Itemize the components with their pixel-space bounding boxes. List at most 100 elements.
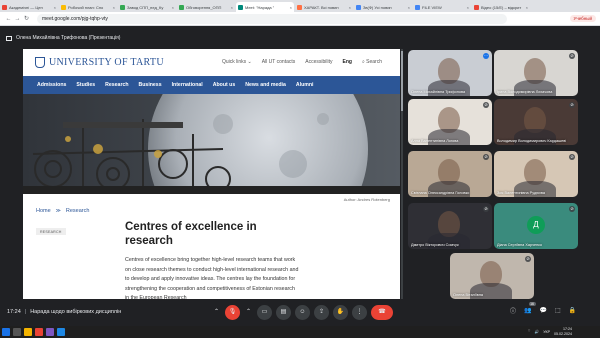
nav-studies[interactable]: Studies bbox=[76, 82, 95, 88]
browser-tab[interactable]: Завод СПП_пед_Ку × bbox=[118, 2, 176, 12]
browser-tab[interactable]: Академічні — Цен × bbox=[0, 2, 58, 12]
mic-muted-icon: ⊘ bbox=[569, 206, 575, 212]
participant-tile[interactable]: ⊘ Світлана Олександрівна Головко bbox=[408, 151, 492, 197]
browser-tab[interactable]: Відео (15/Е) – відкрит × bbox=[472, 2, 530, 12]
accessibility-link[interactable]: Accessibility bbox=[305, 59, 332, 65]
more-options-button[interactable]: ⋮ bbox=[352, 305, 367, 320]
tab-close-icon[interactable]: × bbox=[290, 5, 292, 10]
info-icon[interactable]: ⓘ bbox=[510, 306, 516, 315]
search-taskbar-icon[interactable] bbox=[13, 328, 21, 336]
mic-muted-icon: ⊘ bbox=[483, 102, 489, 108]
audio-options-icon[interactable]: ⌃ bbox=[212, 305, 221, 320]
captions-button[interactable]: ▤ bbox=[276, 305, 291, 320]
ut-logo-text: UNIVERSITY OF TARTU bbox=[49, 57, 164, 68]
browser-tab[interactable]: Робочий план: Спо × bbox=[59, 2, 117, 12]
address-bar[interactable]: meet.google.com/pjg-tqhp-vty bbox=[37, 13, 507, 24]
nav-admissions[interactable]: Admissions bbox=[37, 82, 66, 88]
tab-favicon-icon bbox=[61, 4, 66, 10]
participant-tile[interactable]: Д ⊘ Діана Сергіївна Харченко bbox=[494, 203, 578, 249]
tab-close-icon[interactable]: × bbox=[172, 5, 174, 10]
participant-name: Володимир Володимирович Кардашеві bbox=[497, 139, 567, 143]
url-text: meet.google.com/pjg-tqhp-vty bbox=[42, 15, 108, 22]
browser-tab[interactable]: Зв(Ф) Усі новин × bbox=[354, 2, 412, 12]
participant-tile[interactable]: ⊘ Ірина Володимирівна Лихачова bbox=[494, 50, 578, 96]
tab-close-icon[interactable]: × bbox=[231, 5, 233, 10]
tab-close-icon[interactable]: × bbox=[408, 5, 410, 10]
windows-start-icon[interactable] bbox=[2, 328, 10, 336]
people-icon[interactable]: 👥 16 bbox=[524, 302, 536, 314]
participant-tile[interactable]: ⊘ Алла Валентинівна Логова bbox=[408, 99, 492, 145]
viber-icon[interactable] bbox=[46, 328, 54, 336]
file-explorer-icon[interactable] bbox=[24, 328, 32, 336]
leave-call-button[interactable]: ☎ bbox=[371, 305, 393, 320]
profile-button[interactable]: Учебный bbox=[569, 15, 596, 22]
participant-tile[interactable]: ⊘ Олена Віталіївна bbox=[450, 253, 534, 299]
mic-off-button[interactable]: 🎙︎ bbox=[225, 305, 240, 320]
ut-logo[interactable]: UNIVERSITY OF TARTU bbox=[35, 57, 164, 68]
camera-button[interactable]: ▭ bbox=[257, 305, 272, 320]
tab-label: Обговорення_ОПП bbox=[186, 4, 222, 10]
tab-close-icon[interactable]: × bbox=[349, 5, 351, 10]
volume-icon[interactable]: 🔊 bbox=[535, 330, 539, 334]
participant-tile[interactable]: ⋯ Олена Михайлівна Трифонова bbox=[408, 50, 492, 96]
nav-international[interactable]: International bbox=[172, 82, 203, 88]
participant-tile[interactable]: ⊘ Дмитро Вікторович Сомчук bbox=[408, 203, 492, 249]
search-link[interactable]: ⌕ Search bbox=[362, 59, 382, 65]
meeting-title: Нарада щодо вибіркових дисциплін bbox=[30, 309, 122, 315]
tab-label: ХАРАКТ. Всі новин bbox=[304, 4, 339, 10]
present-button[interactable]: ⇪ bbox=[314, 305, 329, 320]
language-indicator[interactable]: УКР bbox=[543, 330, 550, 334]
present-screen-icon bbox=[6, 35, 12, 41]
browser-tab[interactable]: ХАРАКТ. Всі новин × bbox=[295, 2, 353, 12]
quick-links[interactable]: Quick links ⌄ bbox=[222, 59, 252, 65]
browser-tab[interactable]: Meet: "Нарада " × bbox=[236, 2, 294, 12]
tab-close-icon[interactable]: × bbox=[467, 5, 469, 10]
network-icon[interactable]: ⌔ bbox=[527, 329, 530, 334]
participant-name: Діана Сергіївна Харченко bbox=[497, 243, 542, 247]
emoji-button[interactable]: ☺ bbox=[295, 305, 310, 320]
tab-favicon-icon bbox=[415, 4, 420, 10]
ut-main-nav: Admissions Studies Research Business Int… bbox=[23, 76, 400, 94]
tab-close-icon[interactable]: × bbox=[113, 5, 115, 10]
call-controls: ⌃ 🎙︎ ⌃ ▭ ▤ ☺ ⇪ ✋ ⋮ ☎ bbox=[212, 305, 393, 320]
hero-image bbox=[23, 94, 400, 194]
shared-scrollbar-thumb[interactable] bbox=[401, 51, 403, 111]
tab-close-icon[interactable]: × bbox=[54, 5, 56, 10]
nav-news[interactable]: News and media bbox=[245, 82, 286, 88]
mic-muted-icon: ⊘ bbox=[483, 206, 489, 212]
nav-business[interactable]: Business bbox=[139, 82, 162, 88]
tab-close-icon[interactable]: × bbox=[526, 5, 528, 10]
forward-icon[interactable]: → bbox=[13, 16, 22, 22]
word-icon[interactable] bbox=[57, 328, 65, 336]
reload-icon[interactable]: ↻ bbox=[22, 15, 31, 22]
host-controls-icon[interactable]: 🔒 bbox=[569, 307, 576, 314]
ut-utility-links: Quick links ⌄ All UT contacts Accessibil… bbox=[222, 59, 382, 65]
page-title: Centres of excellence in research bbox=[125, 221, 257, 247]
back-icon[interactable]: ← bbox=[4, 16, 13, 22]
meet-controls-bar: 17:24 | Нарада щодо вибіркових дисциплін… bbox=[0, 301, 600, 326]
breadcrumb-research[interactable]: Research bbox=[66, 208, 90, 214]
language-eng[interactable]: Eng bbox=[343, 59, 352, 65]
nav-alumni[interactable]: Alumni bbox=[296, 82, 314, 88]
browser-tab[interactable]: FILE VIEW × bbox=[413, 2, 471, 12]
browser-tab[interactable]: Обговорення_ОПП × bbox=[177, 2, 235, 12]
participant-name: Зоя Валентинівна Рудюхва bbox=[497, 191, 545, 195]
meet-stage: Олена Михайлівна Трифонова (Презентація)… bbox=[0, 27, 600, 338]
participant-tile[interactable]: ⊘ Зоя Валентинівна Рудюхва bbox=[494, 151, 578, 197]
system-clock[interactable]: 17:24 05.02.2024 bbox=[554, 327, 572, 336]
activities-icon[interactable]: ⬚ bbox=[555, 307, 561, 314]
chrome-icon[interactable] bbox=[35, 328, 43, 336]
participant-tile[interactable]: ⊘ Володимир Володимирович Кардашеві bbox=[494, 99, 578, 145]
hero-machinery-illustration bbox=[23, 94, 400, 194]
meeting-info: 17:24 | Нарада щодо вибіркових дисциплін bbox=[7, 309, 121, 315]
raise-hand-button[interactable]: ✋ bbox=[333, 305, 348, 320]
chat-icon[interactable]: 💬 bbox=[540, 307, 547, 314]
nav-research[interactable]: Research bbox=[105, 82, 128, 88]
breadcrumb-home[interactable]: Home bbox=[36, 208, 51, 214]
tab-label: FILE VIEW bbox=[422, 4, 442, 10]
all-contacts-link[interactable]: All UT contacts bbox=[262, 59, 296, 65]
browser-toolbar: ← → ↻ meet.google.com/pjg-tqhp-vty Учебн… bbox=[0, 12, 600, 26]
video-options-icon[interactable]: ⌃ bbox=[244, 305, 253, 320]
participant-name: Світлана Олександрівна Головко bbox=[411, 191, 470, 195]
nav-about[interactable]: About us bbox=[213, 82, 235, 88]
